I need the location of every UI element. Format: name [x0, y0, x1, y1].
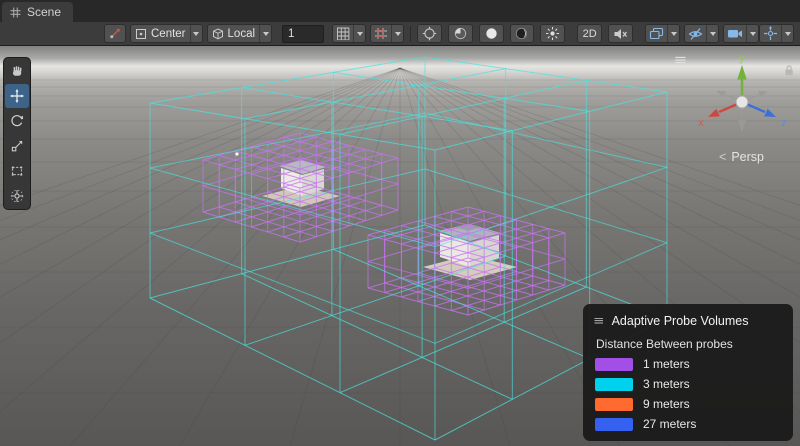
probe-distance-swatch-9m: [595, 398, 633, 411]
probe-distance-swatch-1m: [595, 358, 633, 371]
legend-row-1m: 1 meters: [595, 357, 781, 371]
handle-rotation-arrow: [259, 25, 271, 42]
transform-tool-button[interactable]: [5, 184, 29, 208]
chevron-down-icon: [263, 32, 269, 36]
eye-slash-icon: [688, 27, 703, 41]
gizmos-arrow: [781, 25, 793, 42]
gizmo-x-label[interactable]: x: [698, 117, 704, 129]
shadows-toggle[interactable]: [510, 24, 535, 43]
chevron-down-icon: [750, 32, 756, 36]
moon-icon: [514, 26, 529, 41]
legend-row-3m: 3 meters: [595, 377, 781, 391]
lighting-toggle[interactable]: [448, 24, 473, 43]
active-tool-icon: [109, 27, 121, 40]
2d-toggle[interactable]: 2D: [577, 24, 602, 43]
skybox-toggle[interactable]: [479, 24, 504, 43]
persp-collapse-icon: <: [719, 150, 726, 164]
handle-rotation-dropdown[interactable]: Local: [207, 24, 273, 43]
effects-toggle[interactable]: [540, 24, 565, 43]
chevron-down-icon: [395, 32, 401, 36]
overlay-menu-handle[interactable]: ≡: [674, 52, 686, 69]
transform-icon: [10, 189, 24, 203]
camera-settings-dropdown[interactable]: [723, 24, 759, 43]
draw-mode-button[interactable]: [417, 24, 442, 43]
legend-title: Adaptive Probe Volumes: [612, 314, 749, 328]
shaded-sphere-icon: [453, 26, 468, 41]
overlays-arrow: [667, 25, 679, 42]
legend-row-27m: 27 meters: [595, 417, 781, 431]
tab-scene[interactable]: Scene: [2, 2, 73, 22]
scene-toolbar: Center Local: [0, 22, 800, 46]
chevron-down-icon: [785, 32, 791, 36]
handle-rotation-label: Local: [224, 28, 260, 40]
scene-viewport[interactable]: ≡ y x z: [0, 46, 800, 446]
layers-icon: [649, 27, 664, 41]
rect-tool-button[interactable]: [5, 159, 29, 183]
scene-visibility-dropdown[interactable]: [684, 24, 719, 43]
gizmos-dropdown[interactable]: [759, 24, 794, 43]
projection-label: Persp: [731, 150, 764, 164]
increment-snap-icon: [374, 27, 388, 40]
view-tool-button[interactable]: [5, 59, 29, 83]
handle-position-label: Center: [147, 28, 190, 40]
gizmo-z-label[interactable]: z: [781, 117, 787, 129]
chevron-down-icon: [671, 32, 677, 36]
move-icon: [10, 89, 24, 103]
toolbar-separator: [410, 26, 411, 42]
speaker-muted-icon: [613, 27, 628, 41]
legend-row-9m: 9 meters: [595, 397, 781, 411]
scale-icon: [10, 139, 24, 153]
2d-label: 2D: [583, 28, 597, 40]
chevron-down-icon: [357, 32, 363, 36]
white-circle-icon: [484, 26, 499, 41]
move-tool-button[interactable]: [5, 84, 29, 108]
scale-tool-button[interactable]: [5, 134, 29, 158]
gizmo-y-label[interactable]: y: [739, 52, 745, 64]
gizmo-center[interactable]: [736, 96, 748, 108]
rotate-icon: [10, 114, 24, 128]
focus-crosshair-icon: [422, 26, 437, 41]
sun-burst-icon: [545, 26, 560, 41]
move-gizmo-icon: [763, 26, 778, 41]
probe-distance-label-3m: 3 meters: [643, 377, 690, 391]
audio-toggle[interactable]: [608, 24, 633, 43]
probe-distance-swatch-3m: [595, 378, 633, 391]
probe-distance-label-1m: 1 meters: [643, 357, 690, 371]
tool-palette: [3, 57, 31, 210]
rect-icon: [10, 164, 24, 178]
projection-toggle[interactable]: < Persp: [719, 150, 764, 164]
chevron-down-icon: [710, 32, 716, 36]
increment-snap-arrow: [391, 25, 403, 42]
chevron-down-icon: [193, 32, 199, 36]
orientation-gizmo[interactable]: y x z: [690, 50, 794, 146]
tab-bar: Scene: [0, 0, 800, 22]
grid-snap-arrow: [353, 25, 365, 42]
overlays-dropdown[interactable]: [645, 24, 680, 43]
increment-snap-dropdown[interactable]: [370, 24, 404, 43]
grid-snapping-dropdown[interactable]: [332, 24, 366, 43]
probe-distance-label-27m: 27 meters: [643, 417, 696, 431]
tab-label: Scene: [27, 5, 61, 19]
legend-subtitle: Distance Between probes: [596, 337, 781, 351]
grid-snap-icon: [336, 27, 350, 40]
handle-position-dropdown[interactable]: Center: [130, 24, 203, 43]
handle-position-arrow: [190, 25, 202, 42]
scene-tab-grid-icon: [10, 7, 21, 18]
camera-icon: [727, 27, 743, 40]
apv-legend-panel: ≡ Adaptive Probe Volumes Distance Betwee…: [583, 304, 793, 441]
local-cube-icon: [212, 28, 224, 40]
active-tool-button[interactable]: [104, 24, 126, 43]
grid-size-input[interactable]: [282, 25, 324, 43]
hand-icon: [10, 64, 24, 78]
legend-menu-icon[interactable]: ≡: [594, 313, 604, 328]
pivot-center-icon: [135, 28, 147, 40]
unity-scene-window: Scene Center Local: [0, 0, 800, 446]
rotate-tool-button[interactable]: [5, 109, 29, 133]
probe-distance-label-9m: 9 meters: [643, 397, 690, 411]
probe-distance-swatch-27m: [595, 418, 633, 431]
camera-arrow: [746, 25, 758, 42]
visibility-arrow: [706, 25, 718, 42]
